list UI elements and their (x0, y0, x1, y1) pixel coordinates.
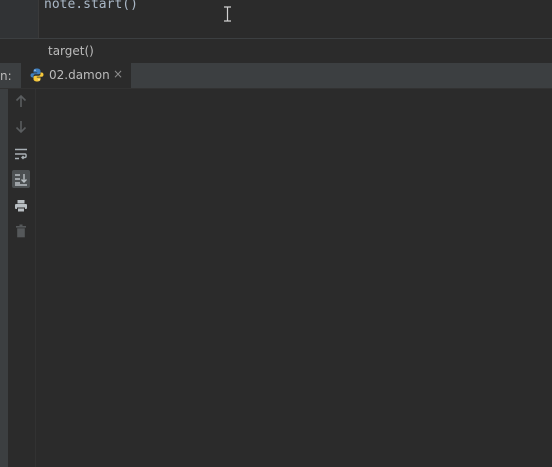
tab-02-damon[interactable]: 02.damon × (21, 63, 131, 88)
breadcrumb: target() (0, 38, 552, 64)
run-panel-label: n: (0, 69, 12, 83)
run-toolbar (8, 89, 36, 467)
soft-wrap-icon[interactable] (12, 145, 30, 163)
breadcrumb-item[interactable]: target() (48, 44, 94, 58)
arrow-down-icon[interactable] (12, 118, 30, 136)
close-icon[interactable]: × (113, 67, 123, 81)
console-output[interactable] (36, 89, 552, 467)
run-tab-bar: n: 02.damon × (0, 63, 552, 89)
tool-window-strip (0, 89, 8, 467)
code-editor[interactable]: note.start() (0, 0, 552, 38)
scroll-to-end-icon[interactable] (12, 170, 30, 188)
trash-icon[interactable] (12, 222, 30, 240)
print-icon[interactable] (12, 197, 30, 215)
code-line[interactable]: note.start() (44, 0, 138, 12)
python-icon (30, 68, 44, 82)
text-cursor-icon (224, 6, 231, 22)
arrow-up-icon[interactable] (12, 92, 30, 110)
editor-gutter (0, 0, 39, 38)
tab-label: 02.damon (49, 68, 110, 82)
